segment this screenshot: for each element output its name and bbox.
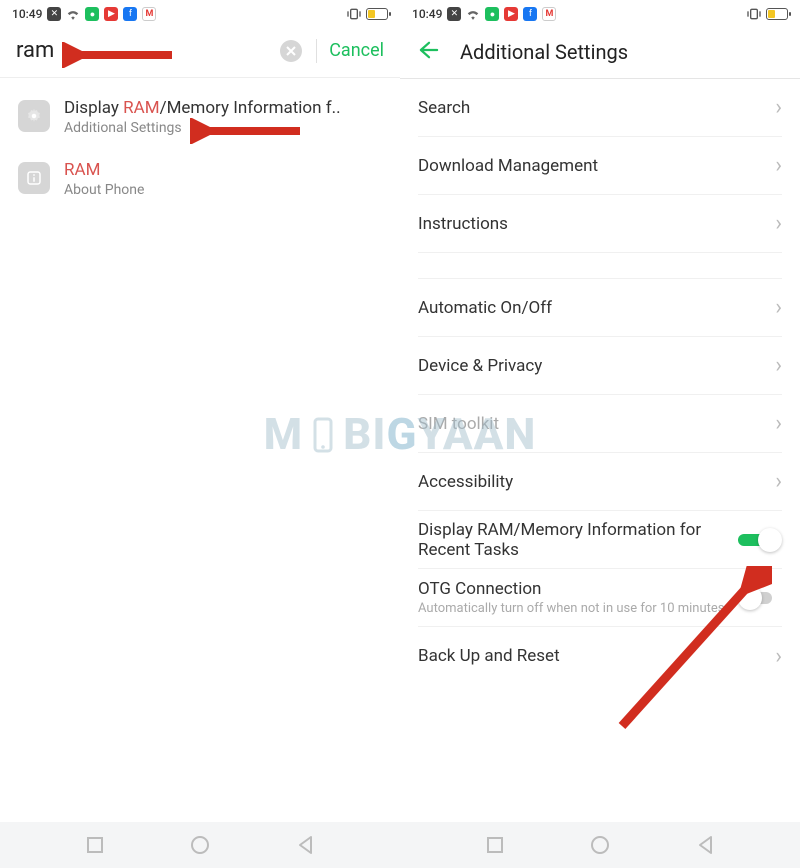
app-icon-facebook: f [523, 7, 537, 21]
back-button[interactable] [418, 41, 440, 64]
app-icon-1: ✕ [47, 7, 61, 21]
settings-list: Search › Download Management › Instructi… [400, 79, 800, 685]
app-icon-gmail: M [142, 7, 156, 21]
setting-label: Back Up and Reset [418, 646, 560, 666]
setting-download-management[interactable]: Download Management › [418, 137, 782, 195]
setting-device-privacy[interactable]: Device & Privacy › [418, 337, 782, 395]
setting-label: Display RAM/Memory Information for Recen… [418, 520, 728, 560]
nav-back-button[interactable] [696, 835, 716, 855]
nav-home-button[interactable] [589, 834, 611, 856]
search-result-item[interactable]: Display RAM/Memory Information f.. Addit… [0, 88, 400, 150]
android-nav-bar [0, 822, 800, 868]
setting-sim-toolkit[interactable]: SIM toolkit › [418, 395, 782, 453]
clear-search-button[interactable] [280, 40, 302, 62]
search-results: Display RAM/Memory Information f.. Addit… [0, 78, 400, 222]
setting-label: Search [418, 98, 470, 118]
search-result-item[interactable]: RAM About Phone [0, 150, 400, 212]
chevron-right-icon: › [775, 469, 782, 494]
page-title: Additional Settings [460, 40, 628, 64]
toggle-switch[interactable] [738, 585, 782, 611]
app-icon-whatsapp: ● [85, 7, 99, 21]
app-icon-gmail: M [542, 7, 556, 21]
search-header: ram Cancel [0, 28, 400, 78]
setting-label: SIM toolkit [418, 414, 499, 434]
chevron-right-icon: › [775, 211, 782, 236]
setting-instructions[interactable]: Instructions › [418, 195, 782, 253]
setting-display-ram-toggle[interactable]: Display RAM/Memory Information for Recen… [418, 511, 782, 569]
result-subtitle: About Phone [64, 182, 382, 198]
status-time: 10:49 [412, 7, 442, 21]
setting-label: Automatic On/Off [418, 298, 552, 318]
app-icon-whatsapp: ● [485, 7, 499, 21]
app-icon-facebook: f [123, 7, 137, 21]
setting-accessibility[interactable]: Accessibility › [418, 453, 782, 511]
nav-back-button[interactable] [296, 835, 316, 855]
vibrate-icon [746, 7, 762, 21]
toggle-switch[interactable] [738, 527, 782, 553]
search-input[interactable]: ram [16, 38, 280, 63]
cancel-button[interactable]: Cancel [329, 40, 384, 61]
chevron-right-icon: › [775, 295, 782, 320]
battery-icon [366, 8, 388, 20]
setting-label: OTG Connection [418, 579, 728, 599]
status-bar: 10:49 ✕ ● ▶ f M [0, 0, 400, 28]
chevron-right-icon: › [775, 644, 782, 669]
app-icon-youtube: ▶ [104, 7, 118, 21]
wifi-icon [466, 8, 480, 20]
chevron-right-icon: › [775, 411, 782, 436]
search-pane: 10:49 ✕ ● ▶ f M ram [0, 0, 400, 838]
setting-label: Download Management [418, 156, 598, 176]
setting-automatic-onoff[interactable]: Automatic On/Off › [418, 279, 782, 337]
divider [316, 39, 317, 63]
setting-label: Device & Privacy [418, 356, 542, 376]
nav-home-button[interactable] [189, 834, 211, 856]
setting-label: Accessibility [418, 472, 513, 492]
nav-recent-button[interactable] [485, 835, 505, 855]
result-title: Display RAM/Memory Information f.. [64, 98, 382, 118]
app-icon-youtube: ▶ [504, 7, 518, 21]
wifi-icon [66, 8, 80, 20]
setting-label: Instructions [418, 214, 508, 234]
setting-subtitle: Automatically turn off when not in use f… [418, 601, 728, 616]
settings-header: Additional Settings [400, 28, 800, 79]
result-subtitle: Additional Settings [64, 120, 382, 136]
battery-icon [766, 8, 788, 20]
setting-search[interactable]: Search › [418, 79, 782, 137]
section-gap [418, 253, 782, 279]
chevron-right-icon: › [775, 153, 782, 178]
settings-gear-icon [18, 100, 50, 132]
setting-backup-reset[interactable]: Back Up and Reset › [418, 627, 782, 685]
additional-settings-pane: 10:49 ✕ ● ▶ f M Additional Setti [400, 0, 800, 838]
result-title: RAM [64, 160, 382, 180]
chevron-right-icon: › [775, 95, 782, 120]
setting-otg-toggle[interactable]: OTG Connection Automatically turn off wh… [418, 569, 782, 627]
status-bar: 10:49 ✕ ● ▶ f M [400, 0, 800, 28]
chevron-right-icon: › [775, 353, 782, 378]
nav-recent-button[interactable] [85, 835, 105, 855]
vibrate-icon [346, 7, 362, 21]
app-icon-1: ✕ [447, 7, 461, 21]
status-time: 10:49 [12, 7, 42, 21]
info-icon [18, 162, 50, 194]
